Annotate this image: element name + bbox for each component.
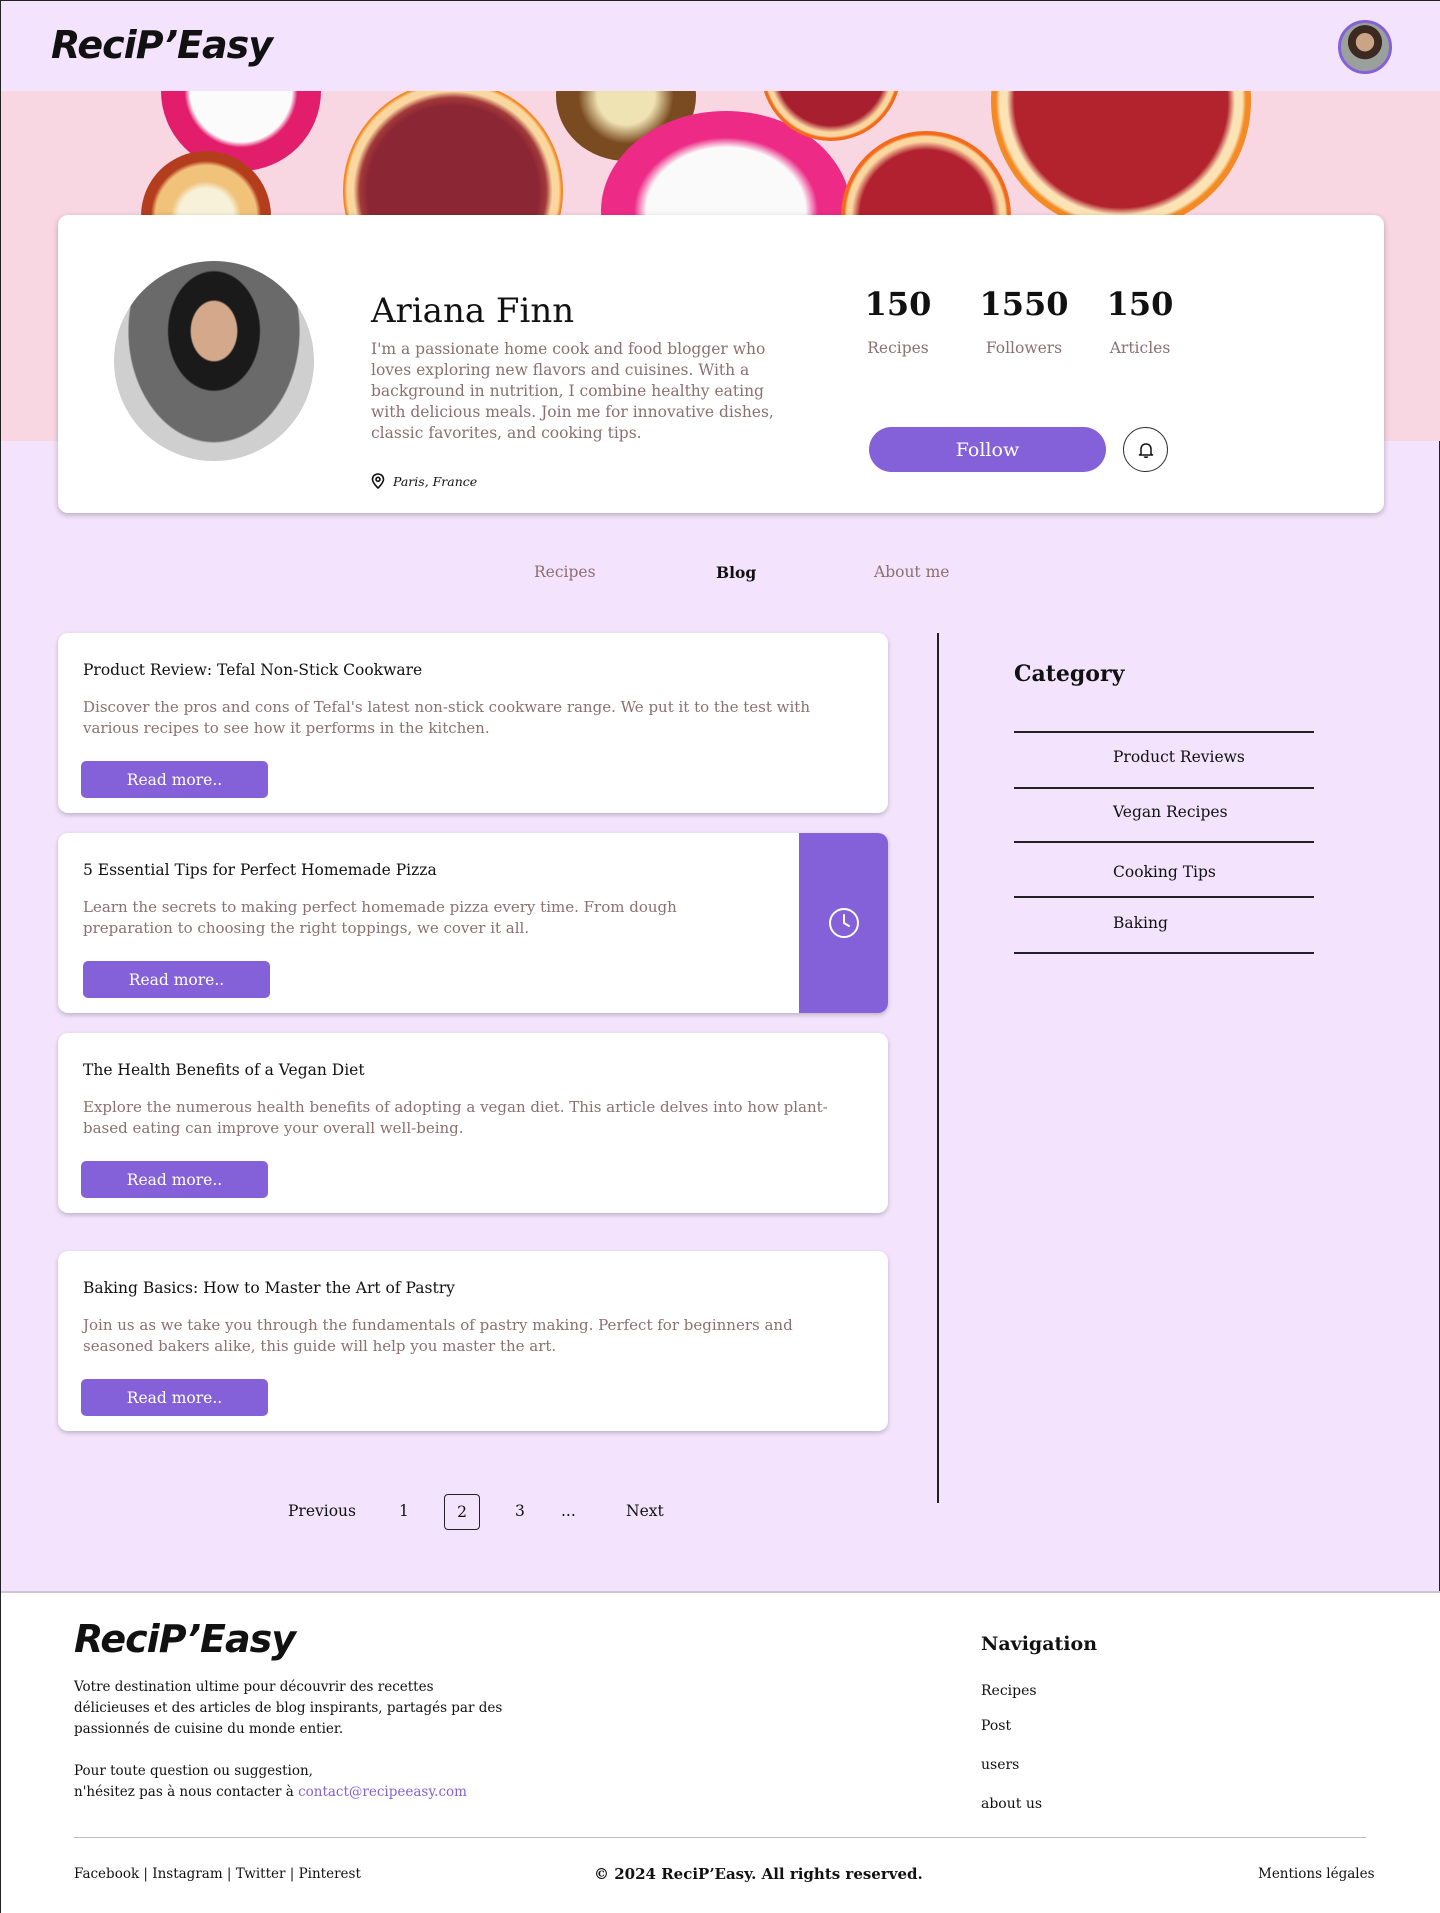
footer-contact-text: n'hésitez pas à nous contacter à xyxy=(74,1784,299,1800)
category-divider xyxy=(1014,787,1314,789)
footer-social-links[interactable]: Facebook | Instagram | Twitter | Pintere… xyxy=(74,1866,361,1882)
post-title[interactable]: Baking Basics: How to Master the Art of … xyxy=(83,1279,455,1297)
stat-recipes: 150 Recipes xyxy=(858,285,938,357)
content-divider xyxy=(937,633,939,1503)
stat-value: 1550 xyxy=(979,285,1069,323)
footer-nav-users[interactable]: users xyxy=(981,1757,1019,1773)
category-title: Category xyxy=(1014,661,1125,687)
post-title[interactable]: 5 Essential Tips for Perfect Homemade Pi… xyxy=(83,861,437,879)
footer-divider xyxy=(74,1837,1366,1838)
site-footer: ReciP’Easy Votre destination ultime pour… xyxy=(1,1591,1440,1913)
location-label: Paris, France xyxy=(393,473,478,489)
category-divider xyxy=(1014,952,1314,954)
footer-legal-link[interactable]: Mentions légales xyxy=(1258,1866,1375,1882)
footer-logo[interactable]: ReciP’Easy xyxy=(74,1617,296,1661)
location-pin-icon xyxy=(371,473,385,489)
profile-card: Ariana Finn I'm a passionate home cook a… xyxy=(58,215,1384,513)
category-item-baking[interactable]: Baking xyxy=(1113,914,1168,932)
stat-articles: 150 Articles xyxy=(1100,285,1180,357)
category-item-cooking-tips[interactable]: Cooking Tips xyxy=(1113,863,1216,881)
profile-location: Paris, France xyxy=(371,473,477,489)
stat-value: 150 xyxy=(864,285,932,323)
pagination-ellipsis: ... xyxy=(561,1502,576,1520)
blog-post-card: 5 Essential Tips for Perfect Homemade Pi… xyxy=(58,833,888,1013)
post-title[interactable]: Product Review: Tefal Non-Stick Cookware xyxy=(83,661,422,679)
read-more-button[interactable]: Read more.. xyxy=(81,761,268,798)
category-divider xyxy=(1014,731,1314,733)
blood-orange-image-4 xyxy=(991,91,1251,231)
read-later-panel[interactable] xyxy=(799,833,888,1013)
site-logo[interactable]: ReciP’Easy xyxy=(51,23,273,67)
category-item-vegan-recipes[interactable]: Vegan Recipes xyxy=(1113,803,1228,821)
post-excerpt: Join us as we take you through the funda… xyxy=(83,1316,793,1355)
read-more-button[interactable]: Read more.. xyxy=(81,1379,268,1416)
footer-contact-email-link[interactable]: contact@recipeeasy.com xyxy=(298,1784,467,1800)
read-more-button[interactable]: Read more.. xyxy=(81,1161,268,1198)
footer-contact-line2: n'hésitez pas à nous contacter à contact… xyxy=(74,1782,504,1803)
footer-nav-about-us[interactable]: about us xyxy=(981,1796,1042,1812)
category-divider xyxy=(1014,841,1314,843)
pagination-page-2-current[interactable]: 2 xyxy=(444,1494,480,1530)
profile-photo xyxy=(114,261,314,461)
footer-description: Votre destination ultime pour découvrir … xyxy=(74,1679,503,1737)
top-bar: ReciP’Easy xyxy=(1,1,1440,91)
category-divider xyxy=(1014,896,1314,898)
clock-icon xyxy=(828,908,859,938)
footer-nav-title: Navigation xyxy=(981,1633,1098,1655)
tab-recipes[interactable]: Recipes xyxy=(534,563,596,581)
footer-nav-post[interactable]: Post xyxy=(981,1718,1011,1734)
post-excerpt: Learn the secrets to making perfect home… xyxy=(83,898,677,937)
post-title[interactable]: The Health Benefits of a Vegan Diet xyxy=(83,1061,365,1079)
post-excerpt: Explore the numerous health benefits of … xyxy=(83,1098,828,1137)
blog-post-card: Product Review: Tefal Non-Stick Cookware… xyxy=(58,633,888,813)
footer-nav-recipes[interactable]: Recipes xyxy=(981,1683,1037,1699)
tab-about-me[interactable]: About me xyxy=(874,563,949,581)
post-excerpt: Discover the pros and cons of Tefal's la… xyxy=(83,698,810,737)
stat-label: Recipes xyxy=(867,339,929,357)
stat-label: Articles xyxy=(1109,339,1171,357)
footer-contact-line1: Pour toute question ou suggestion, xyxy=(74,1763,313,1779)
category-item-product-reviews[interactable]: Product Reviews xyxy=(1113,748,1245,766)
footer-contact: Pour toute question ou suggestion, n'hés… xyxy=(74,1761,504,1803)
stat-value: 150 xyxy=(1106,285,1174,323)
pagination-next[interactable]: Next xyxy=(626,1502,664,1520)
pagination-page-1[interactable]: 1 xyxy=(399,1502,409,1520)
follow-button[interactable]: Follow xyxy=(869,427,1106,472)
blog-post-card: Baking Basics: How to Master the Art of … xyxy=(58,1251,888,1431)
stat-label: Followers xyxy=(985,339,1063,357)
tab-blog[interactable]: Blog xyxy=(716,563,756,582)
pagination-page-3[interactable]: 3 xyxy=(515,1502,525,1520)
pagination-previous[interactable]: Previous xyxy=(288,1502,356,1520)
user-avatar[interactable] xyxy=(1338,20,1392,74)
footer-copyright: © 2024 ReciP’Easy. All rights reserved. xyxy=(594,1865,923,1883)
read-more-button[interactable]: Read more.. xyxy=(83,961,270,998)
profile-name: Ariana Finn xyxy=(371,291,575,331)
blog-post-card: The Health Benefits of a Vegan Diet Expl… xyxy=(58,1033,888,1213)
bell-icon xyxy=(1138,442,1153,458)
profile-bio: I'm a passionate home cook and food blog… xyxy=(371,340,774,442)
stat-followers: 1550 Followers xyxy=(974,285,1074,357)
notification-bell-button[interactable] xyxy=(1123,427,1168,472)
